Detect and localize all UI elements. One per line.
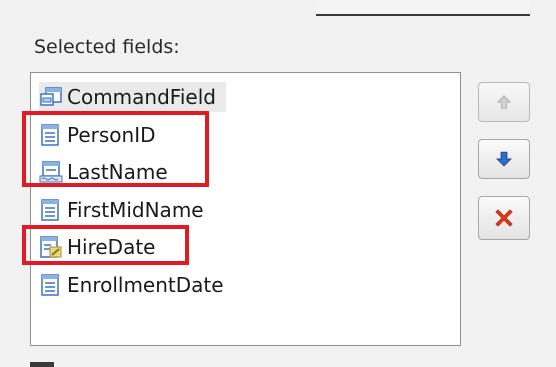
- template-field-icon: [40, 236, 62, 258]
- arrow-up-icon: [496, 95, 512, 109]
- hyperlink-field-icon: [39, 161, 63, 183]
- list-item-label: PersonID: [67, 123, 156, 147]
- list-item-hiredate[interactable]: HireDate: [39, 232, 156, 262]
- delete-button[interactable]: [478, 196, 530, 240]
- list-item-label: LastName: [67, 160, 168, 184]
- top-edge-control: [316, 0, 530, 16]
- partial-control-edge: [30, 362, 54, 367]
- list-item-personid[interactable]: PersonID: [39, 120, 156, 150]
- arrow-down-icon: [495, 151, 513, 167]
- command-field-icon: [40, 87, 62, 106]
- bound-field-icon: [41, 199, 59, 221]
- list-item-label: HireDate: [67, 235, 156, 259]
- list-item-label: CommandField: [67, 85, 216, 109]
- list-item-label: EnrollmentDate: [67, 273, 224, 297]
- selected-fields-listbox[interactable]: CommandField PersonID LastName FirstMidN…: [30, 72, 461, 346]
- list-item-lastname[interactable]: LastName: [39, 157, 168, 187]
- bound-field-icon: [41, 124, 59, 146]
- list-item-label: FirstMidName: [67, 198, 204, 222]
- list-item-firstmidname[interactable]: FirstMidName: [39, 195, 204, 225]
- list-item-commandfield[interactable]: CommandField: [39, 82, 226, 112]
- move-up-button[interactable]: [478, 82, 530, 122]
- list-item-enrollmentdate[interactable]: EnrollmentDate: [39, 270, 224, 300]
- selected-fields-label: Selected fields:: [34, 36, 180, 58]
- bound-field-icon: [41, 274, 59, 296]
- move-down-button[interactable]: [478, 139, 530, 179]
- delete-x-icon: [495, 209, 513, 227]
